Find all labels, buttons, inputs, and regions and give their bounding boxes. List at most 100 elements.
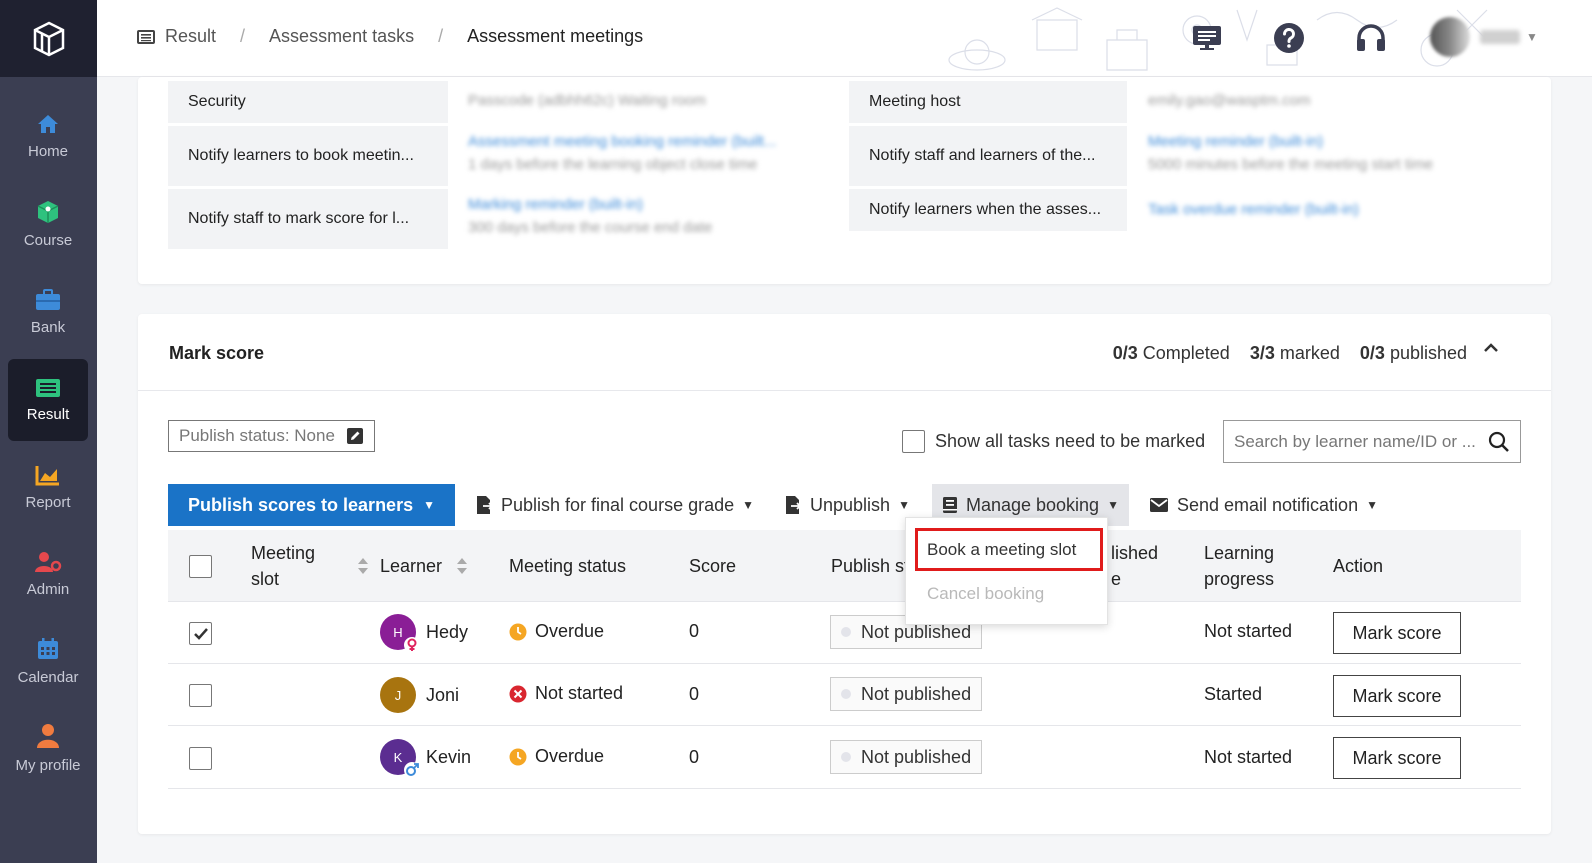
- mark-score-button[interactable]: Mark score: [1333, 675, 1461, 717]
- sidebar-item-course[interactable]: Course: [8, 183, 88, 265]
- action-cell: Mark score: [1333, 612, 1461, 654]
- notify-asses-value: Task overdue reminder (built-in): [1148, 201, 1359, 224]
- file-import-icon: [786, 496, 802, 514]
- checkmark-icon: [193, 627, 208, 640]
- row-checkbox[interactable]: [189, 622, 212, 645]
- meeting-status-cell: Not started: [509, 683, 623, 704]
- column-learner[interactable]: Learner: [380, 553, 442, 579]
- collapse-button[interactable]: [1483, 341, 1499, 359]
- notify-asses-link[interactable]: Task overdue reminder (built-in): [1148, 201, 1359, 218]
- search-input[interactable]: Search by learner name/ID or ...: [1223, 420, 1521, 463]
- mark-score-card: Mark score 0/3 Completed 3/3 marked 0/3 …: [138, 314, 1551, 834]
- sidebar-item-my-profile[interactable]: My profile: [8, 707, 88, 789]
- chevron-down-icon: ▼: [1526, 30, 1538, 44]
- sort-icon[interactable]: [357, 557, 369, 575]
- publish-scores-button[interactable]: Publish scores to learners ▼: [168, 484, 455, 526]
- learner-cell[interactable]: K Kevin: [380, 739, 472, 778]
- score-cell: 0: [689, 684, 700, 704]
- row-checkbox[interactable]: [189, 684, 212, 707]
- score-cell: 0: [689, 747, 700, 767]
- mark-score-button[interactable]: Mark score: [1333, 612, 1461, 654]
- publish-final-grade-button[interactable]: Publish for final course grade ▼: [465, 484, 764, 526]
- female-icon: [404, 637, 420, 653]
- publish-status-cell: Not published: [830, 740, 983, 774]
- highlight-box: [915, 528, 1103, 571]
- publish-status-filter[interactable]: Publish status: None: [168, 420, 375, 452]
- search-icon[interactable]: [1488, 431, 1510, 453]
- action-cell: Mark score: [1333, 675, 1461, 717]
- learner-cell[interactable]: H Hedy: [380, 614, 468, 653]
- row-checkbox[interactable]: [189, 747, 212, 770]
- notify-mark-link[interactable]: Marking reminder (built-in): [468, 196, 712, 213]
- sidebar-item-label: Course: [23, 231, 73, 249]
- error-icon: [509, 685, 527, 702]
- security-label: Security: [168, 81, 448, 123]
- sidebar-item-bank[interactable]: Bank: [8, 271, 88, 353]
- table-header: Meeting slot Learner Meeting status Score…: [168, 530, 1521, 602]
- show-all-label: Show all tasks need to be marked: [935, 431, 1206, 451]
- sidebar-item-label: Result: [26, 405, 70, 423]
- presentation-button[interactable]: [1187, 18, 1227, 58]
- breadcrumb-assessment-tasks[interactable]: Assessment tasks: [269, 26, 414, 47]
- marked-stat: 3/3 marked: [1249, 343, 1340, 363]
- clock-icon: [509, 623, 527, 640]
- column-meeting-slot[interactable]: Meeting slot: [251, 540, 315, 592]
- notify-book-link[interactable]: Assessment meeting booking reminder (bui…: [468, 133, 776, 150]
- table-row: H Hedy Overdue 0 Not published Not start…: [168, 602, 1521, 664]
- learner-name: Kevin: [426, 746, 472, 767]
- caret-down-icon: ▼: [1366, 498, 1378, 512]
- send-email-button[interactable]: Send email notification ▼: [1139, 484, 1388, 526]
- user-menu[interactable]: ▼: [1430, 14, 1550, 60]
- breadcrumb-separator: /: [438, 26, 444, 46]
- notify-staff-value: Meeting reminder (built-in) 5000 minutes…: [1148, 133, 1434, 173]
- user-name: [1480, 30, 1520, 44]
- breadcrumb: Result / Assessment tasks / Assessment m…: [137, 26, 643, 47]
- score-summary: 0/3 Completed 3/3 marked 0/3 published: [1093, 343, 1467, 364]
- sidebar-item-admin[interactable]: Admin: [8, 533, 88, 615]
- result-icon: [36, 378, 60, 397]
- help-button[interactable]: [1269, 18, 1309, 58]
- top-actions: [1187, 18, 1433, 58]
- mark-score-button[interactable]: Mark score: [1333, 737, 1461, 779]
- sidebar-item-label: Bank: [30, 318, 66, 336]
- headset-icon: [1357, 24, 1385, 51]
- column-action: Action: [1333, 556, 1384, 576]
- column-learning-progress: Learning progress: [1204, 543, 1275, 589]
- table-row: J Joni Not started 0 Not published Start…: [168, 664, 1521, 726]
- meeting-host-value: emily.gao@wasptm.com: [1148, 92, 1311, 109]
- action-toolbar: Publish scores to learners ▼ Publish for …: [168, 484, 1388, 526]
- column-score: Score: [689, 556, 737, 576]
- sort-icon[interactable]: [456, 557, 468, 575]
- sidebar-item-label: Calendar: [17, 668, 79, 686]
- app-logo[interactable]: [0, 0, 97, 77]
- sidebar-item-calendar[interactable]: Calendar: [8, 620, 88, 702]
- sidebar-item-result[interactable]: Result: [8, 359, 88, 441]
- progress-cell: Started: [1204, 684, 1263, 704]
- sidebar-item-home[interactable]: Home: [8, 95, 88, 177]
- breadcrumb-result[interactable]: Result: [165, 26, 216, 47]
- select-all-checkbox[interactable]: [189, 555, 212, 578]
- progress-cell: Not started: [1204, 621, 1293, 641]
- learner-name: Joni: [426, 684, 460, 705]
- notify-staff-link[interactable]: Meeting reminder (built-in): [1148, 133, 1433, 150]
- notify-mark-value: Marking reminder (built-in) 300 days bef…: [468, 196, 713, 236]
- column-publish-status: Publish st: [831, 556, 910, 576]
- sidebar-item-label: Home: [27, 142, 68, 160]
- caret-down-icon: ▼: [898, 498, 910, 512]
- home-icon: [38, 114, 58, 133]
- progress-cell: Not started: [1204, 747, 1293, 767]
- support-button[interactable]: [1351, 18, 1391, 58]
- booking-book-icon: [942, 497, 957, 513]
- cancel-booking-item[interactable]: Cancel booking: [906, 572, 1109, 616]
- notify-book-label: Notify learners to book meetin...: [168, 126, 448, 186]
- show-all-checkbox[interactable]: [902, 430, 925, 453]
- sidebar-item-label: My profile: [15, 756, 81, 774]
- caret-down-icon: ▼: [1107, 498, 1119, 512]
- sidebar-item-report[interactable]: Report: [8, 446, 88, 528]
- chart-icon: [35, 465, 59, 485]
- column-published: lished e: [1111, 543, 1159, 589]
- unpublish-button[interactable]: Unpublish ▼: [774, 484, 920, 526]
- action-cell: Mark score: [1333, 737, 1461, 779]
- table-row: K Kevin Overdue 0 Not published Not star…: [168, 727, 1521, 789]
- learner-cell[interactable]: J Joni: [380, 677, 459, 713]
